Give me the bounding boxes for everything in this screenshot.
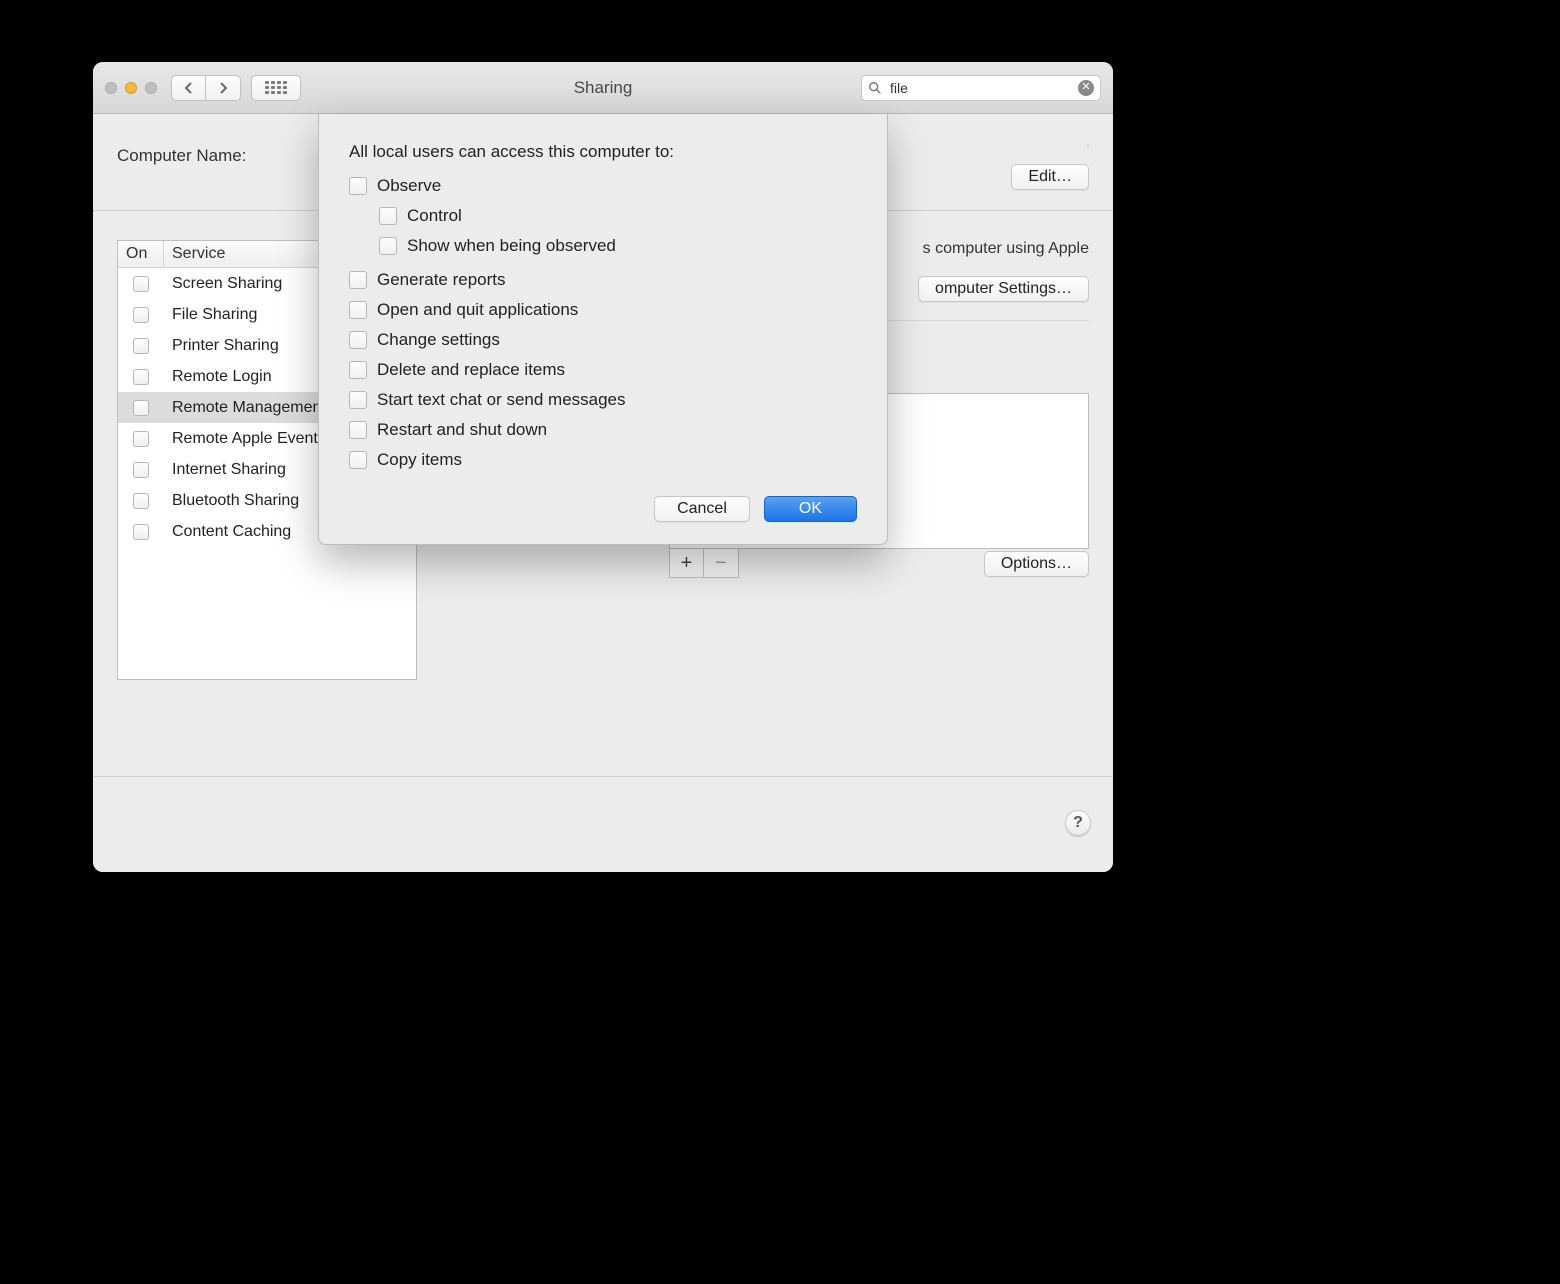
service-checkbox[interactable] <box>133 338 149 354</box>
permission-row: Observe <box>349 176 857 196</box>
grid-icon <box>265 81 287 95</box>
permission-row: Generate reports <box>349 270 857 290</box>
forward-button[interactable] <box>206 76 240 100</box>
permission-checkbox[interactable] <box>349 451 367 469</box>
sheet-title: All local users can access this computer… <box>349 142 857 162</box>
service-checkbox[interactable] <box>133 431 149 447</box>
zoom-window-button[interactable] <box>145 82 157 94</box>
search-field[interactable]: ✕ <box>861 75 1101 101</box>
close-window-button[interactable] <box>105 82 117 94</box>
permission-label: Restart and shut down <box>377 420 547 440</box>
help-button[interactable]: ? <box>1065 810 1091 836</box>
permission-checkbox[interactable] <box>349 421 367 439</box>
permission-row: Copy items <box>349 450 857 470</box>
permission-checkbox[interactable] <box>349 361 367 379</box>
service-checkbox[interactable] <box>133 400 149 416</box>
ok-button[interactable]: OK <box>764 496 857 522</box>
permission-row: Delete and replace items <box>349 360 857 380</box>
titlebar: Sharing ✕ <box>93 62 1113 114</box>
options-button[interactable]: Options… <box>984 551 1089 577</box>
show-all-button[interactable] <box>251 75 301 101</box>
service-checkbox[interactable] <box>133 524 149 540</box>
permission-label: Start text chat or send messages <box>377 390 626 410</box>
permission-checkbox[interactable] <box>349 271 367 289</box>
search-input[interactable] <box>888 79 1078 97</box>
permission-row: Open and quit applications <box>349 300 857 320</box>
service-checkbox[interactable] <box>133 462 149 478</box>
permissions-list: Observe Control Show when being observed Ge… <box>349 176 857 470</box>
col-on-header: On <box>118 241 164 267</box>
service-checkbox[interactable] <box>133 369 149 385</box>
search-icon <box>868 81 882 95</box>
computer-name-input[interactable] <box>1087 144 1089 146</box>
permission-label: Observe <box>377 176 441 196</box>
permission-checkbox[interactable] <box>379 207 397 225</box>
permission-checkbox[interactable] <box>379 237 397 255</box>
permissions-sheet: All local users can access this computer… <box>318 114 888 545</box>
add-remove-controls: + − <box>669 549 739 578</box>
permission-label: Generate reports <box>377 270 506 290</box>
permission-label: Control <box>407 206 462 226</box>
computer-settings-button[interactable]: omputer Settings… <box>918 276 1089 302</box>
clear-search-button[interactable]: ✕ <box>1078 80 1094 96</box>
permission-row: Start text chat or send messages <box>349 390 857 410</box>
permission-label: Open and quit applications <box>377 300 578 320</box>
permission-checkbox[interactable] <box>349 331 367 349</box>
permission-row: Restart and shut down <box>349 420 857 440</box>
permission-row: Show when being observed <box>379 236 857 256</box>
service-checkbox[interactable] <box>133 276 149 292</box>
permission-label: Change settings <box>377 330 500 350</box>
service-checkbox[interactable] <box>133 307 149 323</box>
add-user-button[interactable]: + <box>670 549 704 577</box>
minimize-window-button[interactable] <box>125 82 137 94</box>
permission-row: Control <box>379 206 857 226</box>
traffic-lights <box>105 82 157 94</box>
permission-checkbox[interactable] <box>349 391 367 409</box>
footer: ? <box>93 776 1113 872</box>
computer-name-label: Computer Name: <box>117 146 246 166</box>
permission-checkbox[interactable] <box>349 177 367 195</box>
remove-user-button[interactable]: − <box>704 549 738 577</box>
permission-label: Show when being observed <box>407 236 616 256</box>
edit-button[interactable]: Edit… <box>1011 164 1089 190</box>
back-button[interactable] <box>172 76 206 100</box>
cancel-button[interactable]: Cancel <box>654 496 750 522</box>
permission-label: Delete and replace items <box>377 360 565 380</box>
permission-checkbox[interactable] <box>349 301 367 319</box>
service-checkbox[interactable] <box>133 493 149 509</box>
permission-label: Copy items <box>377 450 462 470</box>
nav-back-forward <box>171 75 241 101</box>
permission-row: Change settings <box>349 330 857 350</box>
